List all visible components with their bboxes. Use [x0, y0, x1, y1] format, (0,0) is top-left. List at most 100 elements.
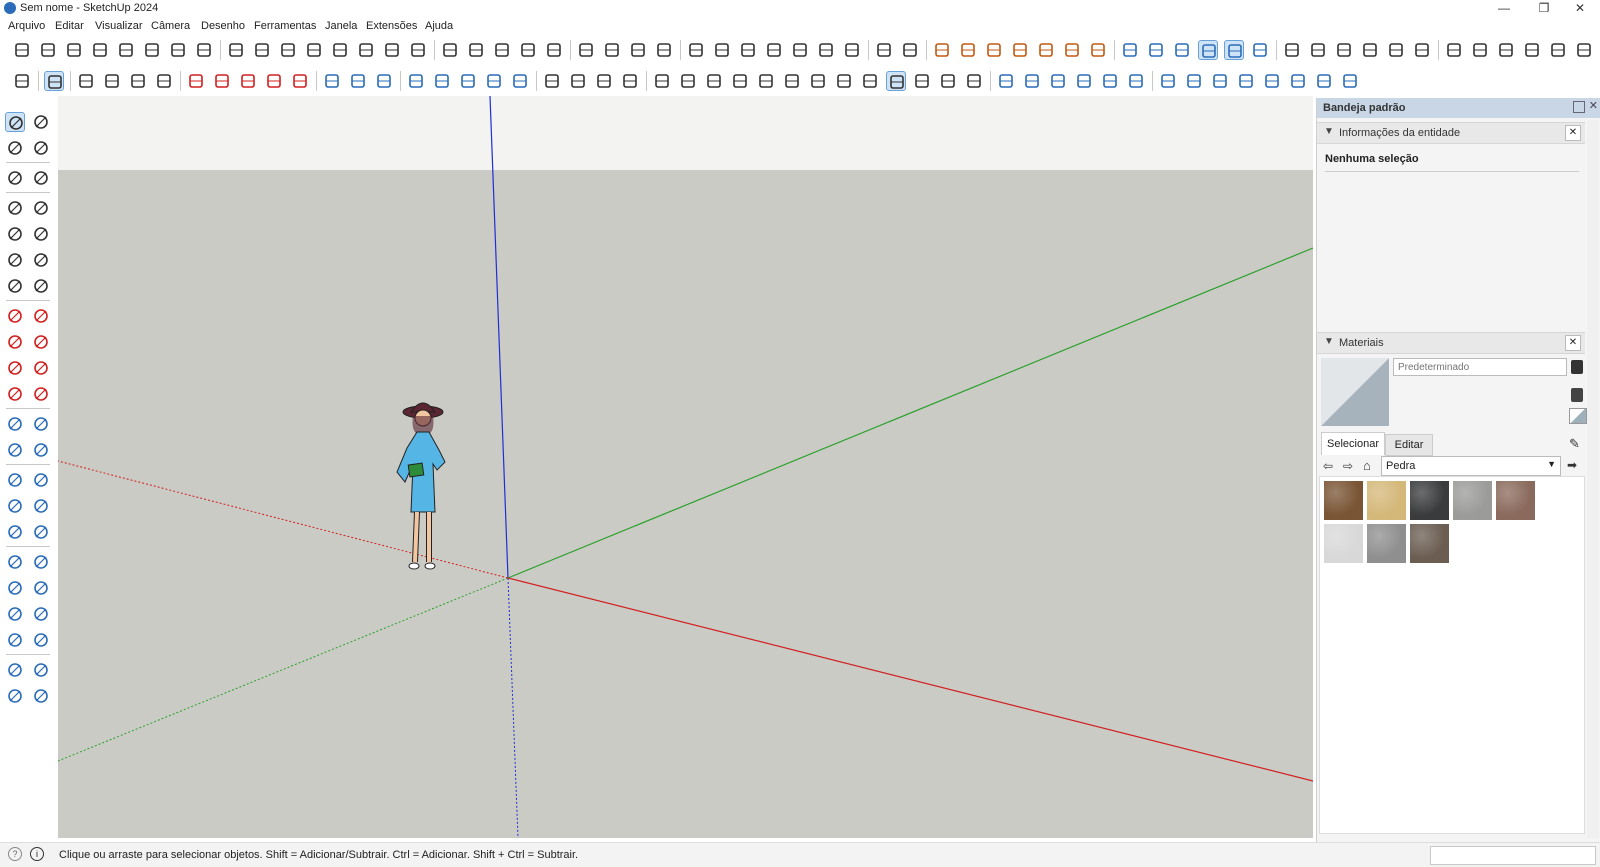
user-icon[interactable] [620, 71, 640, 91]
offset-icon[interactable] [31, 384, 51, 404]
offset-icon[interactable] [322, 71, 342, 91]
material-swatch-stone-granite-dark[interactable] [1410, 524, 1449, 563]
toolbar-icon-58-icon[interactable] [1548, 40, 1568, 60]
toolbar-extra-20-icon[interactable] [1288, 71, 1308, 91]
tape-icon[interactable] [348, 71, 368, 91]
toolbar-extra-9-icon[interactable] [996, 71, 1016, 91]
toolbar-icon-20-icon[interactable] [518, 40, 538, 60]
toolbar-extra-17-icon[interactable] [1210, 71, 1230, 91]
previous-view-icon[interactable] [31, 578, 51, 598]
orbit-icon[interactable] [5, 522, 25, 542]
toolbar-extra-7-icon[interactable] [938, 71, 958, 91]
menu-camera[interactable]: Câmera [151, 20, 190, 32]
toolbar-icon-53-icon[interactable] [1412, 40, 1432, 60]
toolbar-extra-14-icon[interactable] [1126, 71, 1146, 91]
scenes-icon[interactable] [594, 71, 614, 91]
menu-janela[interactable]: Janela [325, 20, 357, 32]
drawing-viewport[interactable] [58, 96, 1313, 838]
toolbar-icon-44-icon[interactable] [1172, 40, 1192, 60]
toolbar-icon-4-icon[interactable] [90, 40, 110, 60]
toolbar-icon-1-icon[interactable] [12, 40, 32, 60]
toolbar-extra-21-icon[interactable] [1314, 71, 1334, 91]
rotate-icon[interactable] [5, 358, 25, 378]
toolbar-icon-42-icon[interactable] [1120, 40, 1140, 60]
info-icon[interactable]: i [30, 847, 44, 861]
toolbar-extra-4-icon[interactable] [860, 71, 880, 91]
look-around-icon[interactable] [5, 630, 25, 650]
toolbar-icon-9-icon[interactable] [226, 40, 246, 60]
toolbar-extra-11-icon[interactable] [1048, 71, 1068, 91]
text-icon[interactable] [31, 440, 51, 460]
walk-icon[interactable] [31, 604, 51, 624]
toolbar-icon-39-icon[interactable] [1036, 40, 1056, 60]
toolbar-icon-46-icon[interactable] [1224, 40, 1244, 60]
entity-info-close-icon[interactable]: ✕ [1565, 125, 1581, 141]
create-material-icon[interactable] [1571, 388, 1583, 402]
section-display-icon[interactable] [31, 496, 51, 516]
toolbar-extra-18-icon[interactable] [1236, 71, 1256, 91]
forward-arrow-icon[interactable]: ⇨ [1343, 459, 1353, 473]
lasso-icon[interactable] [31, 112, 51, 132]
select-icon[interactable] [44, 71, 64, 91]
tag-icon[interactable] [31, 168, 51, 188]
toolbar-extra-15-icon[interactable] [1158, 71, 1178, 91]
pan-icon[interactable] [458, 71, 478, 91]
toolbar-icon-28-icon[interactable] [738, 40, 758, 60]
toolbar-icon-36-icon[interactable] [958, 40, 978, 60]
menu-ferramentas[interactable]: Ferramentas [254, 20, 316, 32]
toolbar-extra-13-icon[interactable] [1100, 71, 1120, 91]
zoom-extents-icon[interactable] [510, 71, 530, 91]
toolbar-icon-55-icon[interactable] [1470, 40, 1490, 60]
settings-icon[interactable] [730, 71, 750, 91]
select-icon[interactable] [5, 112, 25, 132]
position-camera-icon[interactable] [5, 604, 25, 624]
toolbar-icon-16-icon[interactable] [408, 40, 428, 60]
toolbar-icon-35-icon[interactable] [932, 40, 952, 60]
toolbar-icon-29-icon[interactable] [764, 40, 784, 60]
toolbar-icon-22-icon[interactable] [576, 40, 596, 60]
menu-ajuda[interactable]: Ajuda [425, 20, 453, 32]
entity-info-header[interactable]: ▼ Informações da entidade ✕ [1317, 122, 1585, 144]
toolbar-icon-47-icon[interactable] [1250, 40, 1270, 60]
menu-visualizar[interactable]: Visualizar [95, 20, 143, 32]
rectangle-icon[interactable] [5, 224, 25, 244]
search-icon[interactable] [12, 71, 32, 91]
toolbar-icon-56-icon[interactable] [1496, 40, 1516, 60]
polygon-icon[interactable] [31, 250, 51, 270]
toolbar-icon-43-icon[interactable] [1146, 40, 1166, 60]
two-point-arc-icon[interactable] [5, 306, 25, 326]
dimension-icon[interactable] [31, 414, 51, 434]
zoom-window-icon[interactable] [31, 552, 51, 572]
layers-icon[interactable] [542, 71, 562, 91]
menu-extensoes[interactable]: Extensões [366, 20, 417, 32]
scale-figure-person[interactable] [383, 392, 463, 582]
styles-icon[interactable] [568, 71, 588, 91]
rotate-icon[interactable] [264, 71, 284, 91]
axes-icon[interactable] [5, 470, 25, 490]
advanced-camera-icon[interactable] [31, 630, 51, 650]
arc-icon[interactable] [128, 71, 148, 91]
material-paint-bucket-icon[interactable] [1571, 360, 1583, 374]
toolbar-icon-27-icon[interactable] [712, 40, 732, 60]
material-name-input[interactable] [1393, 358, 1567, 376]
toolbar-extra-22-icon[interactable] [1340, 71, 1360, 91]
toolbar-icon-50-icon[interactable] [1334, 40, 1354, 60]
menu-desenho[interactable]: Desenho [201, 20, 245, 32]
materials-header[interactable]: ▼ Materiais ✕ [1317, 332, 1585, 354]
toolbar-icon-49-icon[interactable] [1308, 40, 1328, 60]
toolbar-extra-8-icon[interactable] [964, 71, 984, 91]
details-arrow-icon[interactable]: ➡ [1567, 458, 1577, 472]
toolbar-icon-51-icon[interactable] [1360, 40, 1380, 60]
material-swatch-stone-sand[interactable] [1367, 481, 1406, 520]
home-icon[interactable]: ⌂ [1363, 458, 1371, 473]
open-icon[interactable] [704, 71, 724, 91]
toolbar-icon-48-icon[interactable] [1282, 40, 1302, 60]
pan-icon[interactable] [31, 522, 51, 542]
toolbar-icon-23-icon[interactable] [602, 40, 622, 60]
stop-icon[interactable] [756, 71, 776, 91]
toolbar-extra-2-icon[interactable] [808, 71, 828, 91]
material-swatch-stone-marble-white[interactable] [1324, 524, 1363, 563]
toolbar-icon-30-icon[interactable] [790, 40, 810, 60]
menu-editar[interactable]: Editar [55, 20, 84, 32]
toolbar-icon-38-icon[interactable] [1010, 40, 1030, 60]
